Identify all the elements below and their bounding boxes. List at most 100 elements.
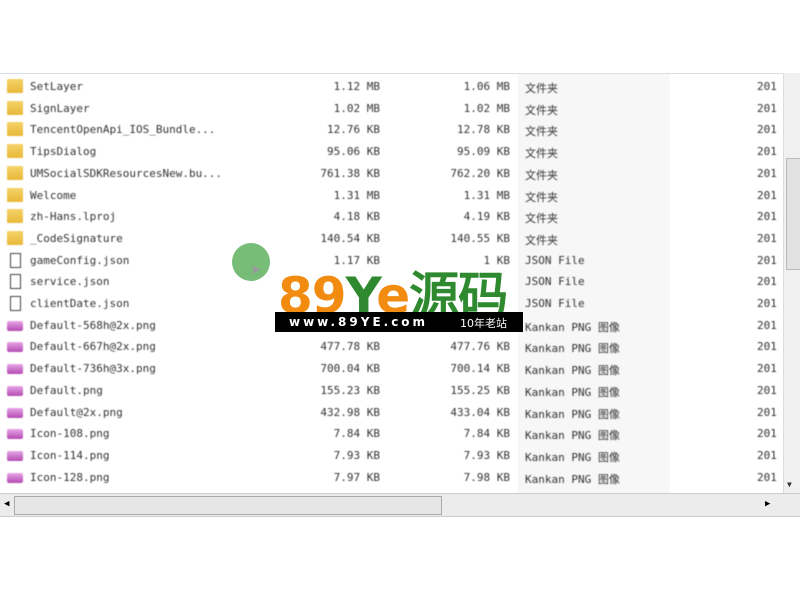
file-row[interactable]: Icon-128.png 7.97 KB 7.98 KB Kankan PNG … — [0, 467, 783, 488]
scroll-down-arrow-icon[interactable]: ▼ — [787, 480, 792, 489]
file-type: Kankan PNG 图像 — [525, 320, 620, 334]
png-icon — [7, 385, 23, 396]
file-size: 155.23 KB — [320, 383, 380, 397]
file-date: 201 — [757, 145, 777, 159]
file-type: JSON File — [525, 297, 585, 310]
png-icon — [7, 320, 23, 331]
file-compressed-size: 12.78 KB — [457, 123, 510, 137]
png-icon — [7, 342, 23, 353]
file-name: Default-736h@3x.png — [30, 362, 156, 376]
file-row[interactable]: Default@2x.png 432.98 KB 433.04 KB Kanka… — [0, 402, 783, 423]
file-compressed-size: 140.55 KB — [450, 231, 510, 245]
file-type: Kankan PNG 图像 — [525, 342, 620, 356]
file-date: 201 — [757, 318, 777, 332]
file-name: Default-568h@2x.png — [30, 318, 156, 332]
file-type: Kankan PNG 图像 — [525, 385, 620, 399]
folder-icon — [7, 100, 23, 115]
horizontal-scroll-thumb[interactable] — [14, 496, 442, 515]
file-row[interactable]: Default-667h@2x.png 477.78 KB 477.76 KB … — [0, 336, 783, 357]
png-icon — [7, 429, 23, 440]
file-size: 432.98 KB — [320, 405, 380, 419]
file-name: gameConfig.json — [30, 253, 130, 267]
file-type: Kankan PNG 图像 — [525, 472, 620, 486]
file-compressed-size: 762.20 KB — [450, 166, 510, 180]
file-type: Kankan PNG 图像 — [525, 407, 620, 421]
folder-icon — [7, 230, 23, 245]
file-date: 201 — [757, 405, 777, 419]
scroll-left-arrow-icon[interactable]: ◀ — [4, 499, 9, 509]
file-type: JSON File — [525, 253, 585, 267]
file-date: 201 — [757, 297, 777, 310]
file-date: 201 — [757, 166, 777, 180]
logo-url: www.89YE.com — [289, 315, 429, 329]
file-row[interactable]: Icon-114.png 7.93 KB 7.93 KB Kankan PNG … — [0, 445, 783, 466]
file-type: Kankan PNG 图像 — [525, 364, 620, 378]
vertical-scrollbar[interactable]: ▼ — [783, 73, 800, 493]
json-icon — [10, 274, 21, 290]
file-date: 201 — [757, 123, 777, 137]
file-name: zh-Hans.lproj — [30, 210, 117, 224]
file-size: 95.06 KB — [327, 145, 380, 159]
file-name: SetLayer — [30, 80, 83, 93]
file-date: 201 — [757, 210, 777, 224]
file-size: 477.78 KB — [320, 340, 380, 354]
file-row[interactable]: UMSocialSDKResourcesNew.bu... 761.38 KB … — [0, 163, 783, 184]
file-size: 1.12 MB — [333, 80, 380, 93]
file-size: 1.31 MB — [333, 188, 380, 202]
file-name: service.json — [30, 275, 110, 289]
file-row[interactable]: Default.png 155.23 KB 155.25 KB Kankan P… — [0, 380, 783, 401]
png-icon — [7, 364, 23, 375]
file-type: JSON File — [525, 275, 585, 289]
file-compressed-size: 700.14 KB — [450, 362, 510, 376]
file-date: 201 — [757, 275, 777, 289]
vertical-scroll-thumb[interactable] — [786, 158, 800, 270]
file-type: Kankan PNG 图像 — [525, 429, 620, 443]
file-date: 201 — [757, 80, 777, 93]
png-icon — [7, 450, 23, 461]
file-row[interactable]: SignLayer 1.02 MB 1.02 MB 文件夹 201 — [0, 98, 783, 119]
file-size: 7.84 KB — [333, 427, 380, 441]
file-size: 7.93 KB — [333, 448, 380, 462]
file-name: Default-667h@2x.png — [30, 340, 156, 354]
file-compressed-size: 433.04 KB — [450, 405, 510, 419]
file-size: 4.18 KB — [333, 210, 380, 224]
logo-tagline: 10年老站 — [460, 317, 507, 330]
file-compressed-size: 7.98 KB — [463, 470, 510, 484]
file-name: TencentOpenApi_IOS_Bundle... — [30, 123, 216, 137]
png-icon — [7, 407, 23, 418]
file-date: 201 — [757, 188, 777, 202]
watermark-logo: 89Ye源码 www.89YE.com 10年老站 — [275, 262, 523, 332]
file-name: UMSocialSDKResourcesNew.bu... — [30, 166, 223, 180]
file-name: _CodeSignature — [30, 231, 123, 245]
file-date: 201 — [757, 470, 777, 484]
folder-icon — [7, 165, 23, 180]
file-row[interactable]: TipsDialog 95.06 KB 95.09 KB 文件夹 201 — [0, 141, 783, 162]
file-date: 201 — [757, 427, 777, 441]
file-date: 201 — [757, 383, 777, 397]
file-row[interactable]: Default-736h@3x.png 700.04 KB 700.14 KB … — [0, 358, 783, 379]
file-compressed-size: 477.76 KB — [450, 340, 510, 354]
horizontal-scrollbar[interactable]: ◀ ▶ — [0, 493, 800, 517]
file-name: Welcome — [30, 188, 77, 202]
scroll-right-arrow-icon[interactable]: ▶ — [765, 499, 770, 509]
file-row[interactable]: zh-Hans.lproj 4.18 KB 4.19 KB 文件夹 201 — [0, 206, 783, 227]
file-date: 201 — [757, 253, 777, 267]
file-date: 201 — [757, 101, 777, 115]
file-name: Icon-114.png — [30, 448, 110, 462]
file-name: clientDate.json — [30, 297, 130, 310]
file-date: 201 — [757, 340, 777, 354]
file-date: 201 — [757, 362, 777, 376]
file-size: 7.97 KB — [333, 470, 380, 484]
png-icon — [7, 472, 23, 483]
file-compressed-size: 1.06 MB — [463, 80, 510, 93]
file-name: Icon-128.png — [30, 470, 110, 484]
file-name: Default@2x.png — [30, 405, 123, 419]
file-row[interactable]: Icon-108.png 7.84 KB 7.84 KB Kankan PNG … — [0, 423, 783, 444]
file-row[interactable]: Welcome 1.31 MB 1.31 MB 文件夹 201 — [0, 185, 783, 206]
file-row[interactable]: _CodeSignature 140.54 KB 140.55 KB 文件夹 2… — [0, 228, 783, 249]
file-size: 12.76 KB — [327, 123, 380, 137]
file-compressed-size: 95.09 KB — [457, 145, 510, 159]
file-row[interactable]: SetLayer 1.12 MB 1.06 MB 文件夹 201 — [0, 76, 783, 97]
file-type: 文件夹 — [525, 147, 558, 161]
file-row[interactable]: TencentOpenApi_IOS_Bundle... 12.76 KB 12… — [0, 119, 783, 140]
